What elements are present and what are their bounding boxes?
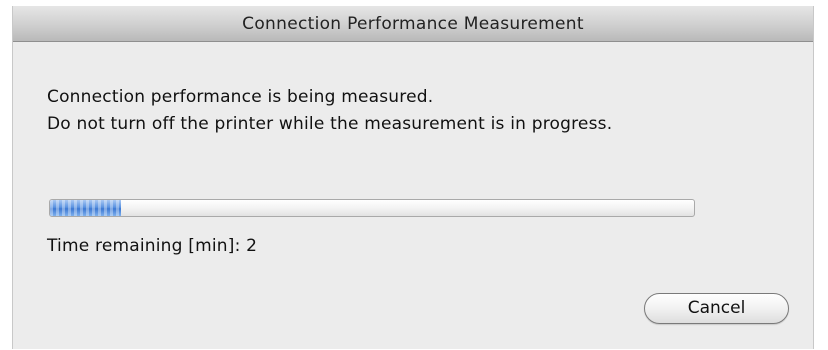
dialog-title: Connection Performance Measurement: [242, 14, 584, 34]
status-message: Connection performance is being measured…: [47, 87, 434, 107]
progress-bar-fill: [50, 200, 121, 216]
cancel-button[interactable]: Cancel: [644, 293, 789, 324]
title-bar[interactable]: Connection Performance Measurement: [13, 6, 813, 42]
progress-bar: [49, 199, 695, 217]
warning-message: Do not turn off the printer while the me…: [47, 114, 613, 134]
measurement-dialog: Connection Performance Measurement Conne…: [12, 6, 814, 349]
time-remaining-label: Time remaining [min]: 2: [47, 236, 258, 256]
